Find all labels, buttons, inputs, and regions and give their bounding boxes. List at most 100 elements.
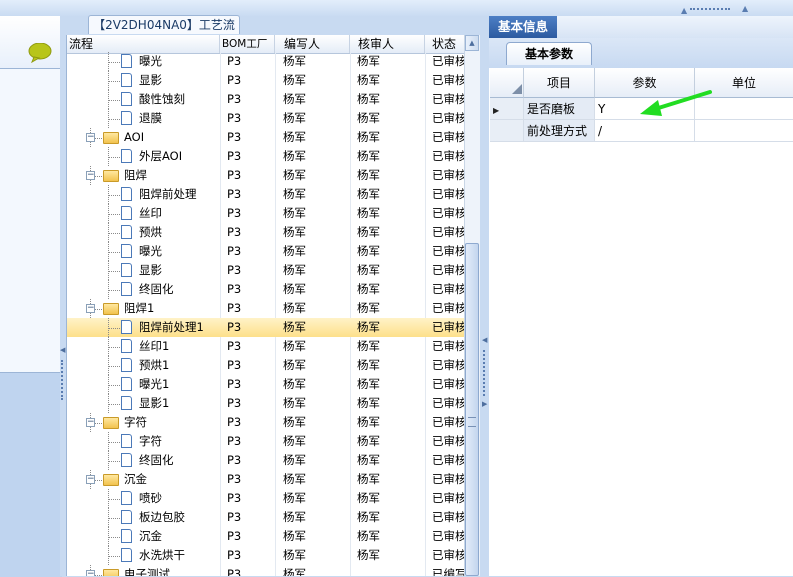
bom-factory-cell[interactable]: P3	[227, 280, 273, 299]
flow-name-cell[interactable]: 曝光	[139, 52, 220, 71]
status-cell[interactable]: 已审核	[432, 546, 465, 565]
status-cell[interactable]: 已审核	[432, 470, 465, 489]
flow-name-cell[interactable]: 电子测试	[124, 565, 223, 576]
flow-name-cell[interactable]: 阻焊1	[124, 299, 223, 318]
table-row[interactable]: 沉金 P3 杨军 杨军 已审核	[67, 527, 465, 546]
bom-factory-cell[interactable]: P3	[227, 337, 273, 356]
reviewer-cell[interactable]: 杨军	[357, 508, 421, 527]
param-value-cell[interactable]: /	[595, 120, 695, 142]
writer-cell[interactable]: 杨军	[283, 356, 347, 375]
flow-name-cell[interactable]: 显影	[139, 261, 220, 280]
reviewer-cell[interactable]: 杨军	[357, 166, 421, 185]
status-cell[interactable]: 已审核	[432, 318, 465, 337]
reviewer-cell[interactable]: 杨军	[357, 318, 421, 337]
flow-name-cell[interactable]: 酸性蚀刻	[139, 90, 220, 109]
table-row[interactable]: − 阻焊 P3 杨军 杨军 已审核	[67, 166, 465, 185]
flow-name-cell[interactable]: 丝印1	[139, 337, 220, 356]
table-row[interactable]: 阻焊前处理1 P3 杨军 杨军 已审核	[67, 318, 465, 337]
row-indicator[interactable]: ▶	[490, 98, 524, 120]
status-cell[interactable]: 已审核	[432, 280, 465, 299]
reviewer-cell[interactable]: 杨军	[357, 451, 421, 470]
table-row[interactable]: − AOI P3 杨军 杨军 已审核	[67, 128, 465, 147]
reviewer-cell[interactable]: 杨军	[357, 470, 421, 489]
table-row[interactable]: 预烘1 P3 杨军 杨军 已审核	[67, 356, 465, 375]
table-row[interactable]: − 字符 P3 杨军 杨军 已审核	[67, 413, 465, 432]
column-header-bom-factory[interactable]: BOM工厂	[220, 35, 275, 53]
bom-factory-cell[interactable]: P3	[227, 204, 273, 223]
flow-name-cell[interactable]: 阻焊前处理1	[139, 318, 220, 337]
status-cell[interactable]: 已审核	[432, 185, 465, 204]
status-cell[interactable]: 已审核	[432, 261, 465, 280]
flow-name-cell[interactable]: 丝印	[139, 204, 220, 223]
bom-factory-cell[interactable]: P3	[227, 432, 273, 451]
table-row[interactable]: 水洗烘干 P3 杨军 杨军 已审核	[67, 546, 465, 565]
table-row[interactable]: 曝光 P3 杨军 杨军 已审核	[67, 242, 465, 261]
writer-cell[interactable]: 杨军	[283, 147, 347, 166]
status-cell[interactable]: 已审核	[432, 375, 465, 394]
reviewer-cell[interactable]: 杨军	[357, 413, 421, 432]
writer-cell[interactable]: 杨军	[283, 337, 347, 356]
status-cell[interactable]: 已编写	[432, 565, 465, 576]
bom-factory-cell[interactable]: P3	[227, 546, 273, 565]
reviewer-cell[interactable]: 杨军	[357, 280, 421, 299]
collapse-toggle-icon[interactable]: −	[86, 171, 95, 180]
reviewer-cell[interactable]: 杨军	[357, 242, 421, 261]
writer-cell[interactable]: 杨军	[283, 109, 347, 128]
bom-factory-cell[interactable]: P3	[227, 185, 273, 204]
table-row[interactable]: − 电子测试 P3 杨军 已编写	[67, 565, 465, 576]
bom-factory-cell[interactable]: P3	[227, 242, 273, 261]
splitter-middle[interactable]	[480, 16, 489, 576]
bom-factory-cell[interactable]: P3	[227, 299, 273, 318]
status-cell[interactable]: 已审核	[432, 71, 465, 90]
bom-factory-cell[interactable]: P3	[227, 90, 273, 109]
flow-name-cell[interactable]: 阻焊前处理	[139, 185, 220, 204]
writer-cell[interactable]: 杨军	[283, 52, 347, 71]
bom-factory-cell[interactable]: P3	[227, 394, 273, 413]
flow-name-cell[interactable]: 显影	[139, 71, 220, 90]
status-cell[interactable]: 已审核	[432, 242, 465, 261]
status-cell[interactable]: 已审核	[432, 299, 465, 318]
collapse-toggle-icon[interactable]: −	[86, 133, 95, 142]
splitter-grip-top[interactable]	[690, 8, 730, 13]
status-cell[interactable]: 已审核	[432, 147, 465, 166]
writer-cell[interactable]: 杨军	[283, 451, 347, 470]
bom-factory-cell[interactable]: P3	[227, 413, 273, 432]
status-cell[interactable]: 已审核	[432, 432, 465, 451]
reviewer-cell[interactable]: 杨军	[357, 527, 421, 546]
status-cell[interactable]: 已审核	[432, 489, 465, 508]
bom-factory-cell[interactable]: P3	[227, 356, 273, 375]
flow-name-cell[interactable]: 退膜	[139, 109, 220, 128]
table-row[interactable]: 丝印 P3 杨军 杨军 已审核	[67, 204, 465, 223]
writer-cell[interactable]: 杨军	[283, 166, 347, 185]
reviewer-cell[interactable]: 杨军	[357, 432, 421, 451]
reviewer-cell[interactable]	[357, 565, 421, 576]
table-row[interactable]: 终固化 P3 杨军 杨军 已审核	[67, 451, 465, 470]
writer-cell[interactable]: 杨军	[283, 261, 347, 280]
table-row[interactable]: − 阻焊1 P3 杨军 杨军 已审核	[67, 299, 465, 318]
reviewer-cell[interactable]: 杨军	[357, 356, 421, 375]
flow-name-cell[interactable]: 预烘	[139, 223, 220, 242]
table-row[interactable]: 字符 P3 杨军 杨军 已审核	[67, 432, 465, 451]
status-cell[interactable]: 已审核	[432, 394, 465, 413]
bom-factory-cell[interactable]: P3	[227, 508, 273, 527]
status-cell[interactable]: 已审核	[432, 527, 465, 546]
table-row[interactable]: 曝光 P3 杨军 杨军 已审核	[67, 52, 465, 71]
flow-name-cell[interactable]: 沉金	[124, 470, 223, 489]
bom-factory-cell[interactable]: P3	[227, 109, 273, 128]
reviewer-cell[interactable]: 杨军	[357, 90, 421, 109]
flow-name-cell[interactable]: 阻焊	[124, 166, 223, 185]
table-row[interactable]: 显影 P3 杨军 杨军 已审核	[67, 71, 465, 90]
writer-cell[interactable]: 杨军	[283, 413, 347, 432]
reviewer-cell[interactable]: 杨军	[357, 375, 421, 394]
row-indicator[interactable]	[490, 120, 524, 142]
writer-cell[interactable]: 杨军	[283, 565, 347, 576]
table-row[interactable]: 终固化 P3 杨军 杨军 已审核	[67, 280, 465, 299]
param-item-cell[interactable]: 前处理方式	[524, 120, 595, 142]
collapse-left-icon[interactable]: ◀	[60, 346, 65, 354]
writer-cell[interactable]: 杨军	[283, 71, 347, 90]
table-row[interactable]: 板边包胶 P3 杨军 杨军 已审核	[67, 508, 465, 527]
status-cell[interactable]: 已审核	[432, 128, 465, 147]
splitter-middle-grip[interactable]	[483, 350, 487, 396]
flow-name-cell[interactable]: 曝光1	[139, 375, 220, 394]
bom-factory-cell[interactable]: P3	[227, 261, 273, 280]
